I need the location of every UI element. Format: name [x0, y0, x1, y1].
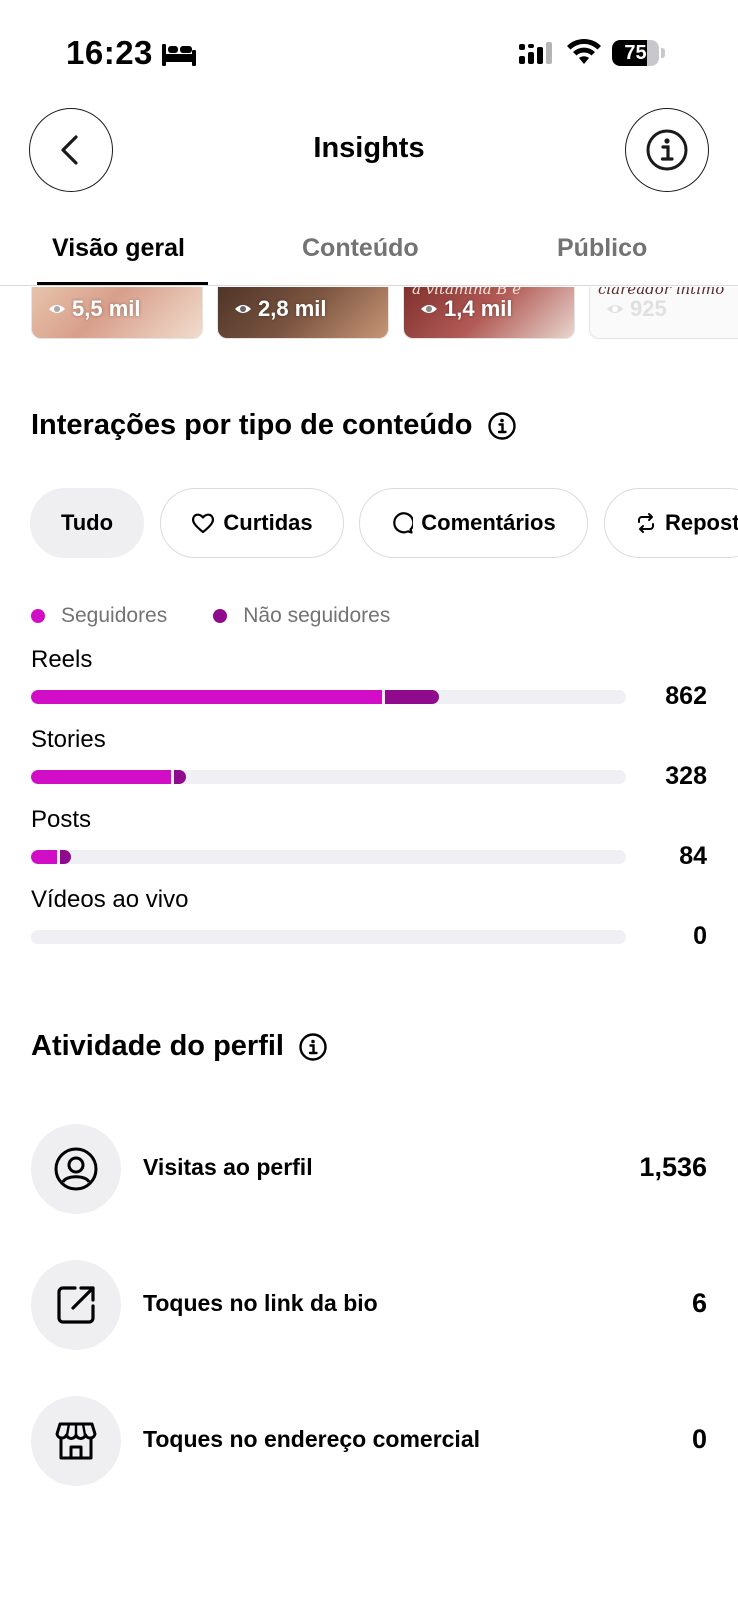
activity-row-business-address-taps[interactable]: Toques no endereço comercial 0 — [31, 1396, 707, 1486]
eye-icon — [49, 305, 65, 313]
heart-icon — [192, 513, 215, 534]
bar-row-reels: Reels 862 — [31, 646, 707, 726]
bar-followers — [31, 690, 383, 704]
content-thumbnail[interactable]: clareador íntimo 925 — [589, 287, 738, 339]
status-bar: 16:23 75 — [0, 0, 738, 100]
status-time: 16:23 — [66, 34, 153, 71]
bar-value: 84 — [679, 842, 707, 870]
interactions-title-text: Interações por tipo de conteúdo — [31, 409, 473, 441]
repost-icon — [638, 513, 654, 533]
storefront-icon — [55, 1422, 97, 1460]
content-thumbnail[interactable]: a vitamina B e 1,4 mil — [403, 287, 575, 339]
legend-non-followers: Não seguidores — [213, 604, 390, 628]
bar-label: Stories — [31, 726, 106, 753]
battery-indicator: 75 — [612, 40, 665, 66]
active-tab-indicator — [37, 282, 208, 285]
filter-all-chip[interactable]: Tudo — [30, 488, 144, 558]
bar-label: Posts — [31, 806, 92, 833]
filter-label: Comentários — [421, 510, 556, 535]
battery-percentage: 75 — [624, 42, 647, 64]
tab-audience[interactable]: Público — [557, 234, 647, 263]
comment-icon — [393, 512, 414, 534]
bar-non-followers — [173, 770, 186, 784]
bar-row-live-videos: Vídeos ao vivo 0 — [31, 886, 707, 966]
info-icon[interactable] — [487, 411, 517, 441]
filter-likes-chip[interactable]: Curtidas — [160, 488, 344, 558]
top-content-strip: 5,5 mil 2,8 mil a vitamina B e 1,4 mil c… — [0, 287, 738, 343]
bar-row-stories: Stories 328 — [31, 726, 707, 806]
bar-track — [31, 930, 626, 944]
bar-value: 862 — [665, 682, 707, 710]
content-type-filters: Tudo Curtidas Comentários Reposts — [0, 488, 738, 560]
filter-comments-chip[interactable]: Comentários — [359, 488, 588, 558]
tab-overview[interactable]: Visão geral — [52, 234, 185, 263]
bar-track — [31, 850, 626, 864]
filter-label: Tudo — [60, 510, 114, 535]
legend-label: Não seguidores — [243, 604, 391, 627]
filter-label: Curtidas — [223, 510, 313, 535]
signal-icon — [519, 42, 552, 64]
activity-value: 6 — [691, 1288, 707, 1318]
activity-label: Visitas ao perfil — [143, 1154, 313, 1180]
activity-row-profile-visits[interactable]: Visitas ao perfil 1,536 — [31, 1124, 707, 1214]
interactions-title: Interações por tipo de conteúdo — [31, 409, 517, 442]
activity-value: 0 — [691, 1424, 707, 1454]
bar-value: 0 — [693, 922, 707, 950]
bar-label: Vídeos ao vivo — [31, 886, 189, 913]
filter-label: Reposts — [665, 510, 738, 535]
thumbnail-views: 5,5 mil — [72, 296, 141, 321]
activity-row-bio-link-taps[interactable]: Toques no link da bio 6 — [31, 1260, 707, 1350]
info-icon[interactable] — [298, 1032, 328, 1062]
bar-followers — [31, 850, 57, 864]
legend-dot — [31, 609, 45, 623]
thumbnail-views: 925 — [630, 296, 667, 321]
wifi-icon — [567, 38, 601, 64]
info-icon — [646, 129, 688, 171]
thumbnail-views: 2,8 mil — [258, 296, 327, 321]
bed-icon — [162, 44, 196, 66]
activity-label: Toques no link da bio — [143, 1290, 378, 1316]
bar-non-followers — [385, 690, 439, 704]
legend-label: Seguidores — [61, 604, 168, 627]
profile-activity-title: Atividade do perfil — [31, 1030, 328, 1063]
activity-value: 1,536 — [639, 1152, 707, 1182]
bar-track — [31, 770, 626, 784]
profile-activity-title-text: Atividade do perfil — [31, 1030, 284, 1062]
header: Insights — [0, 100, 738, 200]
legend-dot — [213, 609, 228, 623]
bar-followers — [31, 770, 171, 784]
bar-label: Reels — [31, 646, 93, 673]
profile-icon — [54, 1147, 98, 1191]
eye-icon — [421, 305, 437, 313]
eye-icon — [607, 305, 623, 313]
thumbnail-views: 1,4 mil — [444, 296, 513, 321]
tab-content[interactable]: Conteúdo — [302, 234, 419, 263]
filter-reposts-chip[interactable]: Reposts — [604, 488, 738, 558]
info-button[interactable] — [625, 108, 709, 192]
external-link-icon — [57, 1286, 95, 1324]
bar-track — [31, 690, 626, 704]
bar-non-followers — [59, 850, 72, 864]
activity-label: Toques no endereço comercial — [143, 1426, 481, 1452]
content-thumbnail[interactable]: 5,5 mil — [31, 287, 203, 339]
content-thumbnail[interactable]: 2,8 mil — [217, 287, 389, 339]
tab-bar: Visão geral Conteúdo Público — [0, 222, 738, 286]
chart-legend: Seguidores Não seguidores — [31, 601, 436, 631]
bar-row-posts: Posts 84 — [31, 806, 707, 886]
legend-followers: Seguidores — [31, 604, 167, 628]
bar-value: 328 — [665, 762, 707, 790]
eye-icon — [235, 305, 251, 313]
